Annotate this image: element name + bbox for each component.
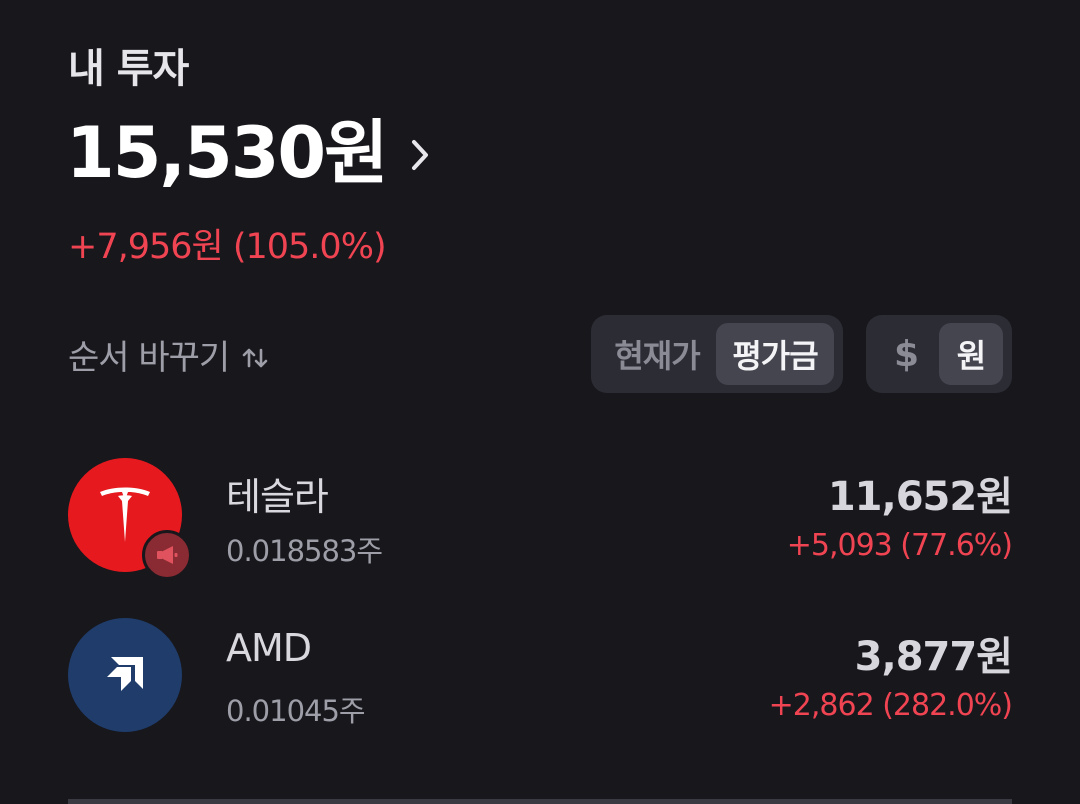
holding-row-tesla[interactable]: 테슬라 0.018583주 11,652원 +5,093 (77.6%) <box>68 456 1013 580</box>
sort-button[interactable]: 순서 바꾸기 <box>68 330 269 379</box>
view-option-current-price[interactable]: 현재가 <box>598 323 716 385</box>
amd-logo-icon <box>68 618 182 732</box>
chevron-right-icon <box>407 135 433 175</box>
stock-quantity: 0.01045주 <box>226 694 366 728</box>
stock-change: +2,862 (282.0%) <box>768 688 1013 723</box>
total-change: +7,956원 (105.0%) <box>68 227 387 267</box>
stock-quantity: 0.018583주 <box>226 534 383 568</box>
sort-label: 순서 바꾸기 <box>68 338 230 378</box>
currency-option-dollar[interactable]: $ <box>873 323 939 385</box>
total-amount-row[interactable]: 15,530원 <box>66 108 433 198</box>
stock-value: 3,877원 <box>854 634 1013 680</box>
sort-arrows-icon <box>241 344 269 372</box>
stock-name: AMD <box>226 626 312 670</box>
view-toggle: 현재가 평가금 <box>591 315 843 393</box>
stock-change: +5,093 (77.6%) <box>786 528 1013 563</box>
divider <box>68 799 1012 804</box>
megaphone-icon <box>142 530 192 580</box>
stock-name: 테슬라 <box>226 475 329 519</box>
currency-toggle: $ 원 <box>866 315 1012 393</box>
holding-row-amd[interactable]: AMD 0.01045주 3,877원 +2,862 (282.0%) <box>68 616 1013 736</box>
stock-value: 11,652원 <box>827 474 1013 520</box>
view-option-valuation[interactable]: 평가금 <box>716 323 834 385</box>
section-title: 내 투자 <box>68 46 189 92</box>
total-amount: 15,530원 <box>66 112 389 194</box>
currency-option-won[interactable]: 원 <box>939 323 1003 385</box>
